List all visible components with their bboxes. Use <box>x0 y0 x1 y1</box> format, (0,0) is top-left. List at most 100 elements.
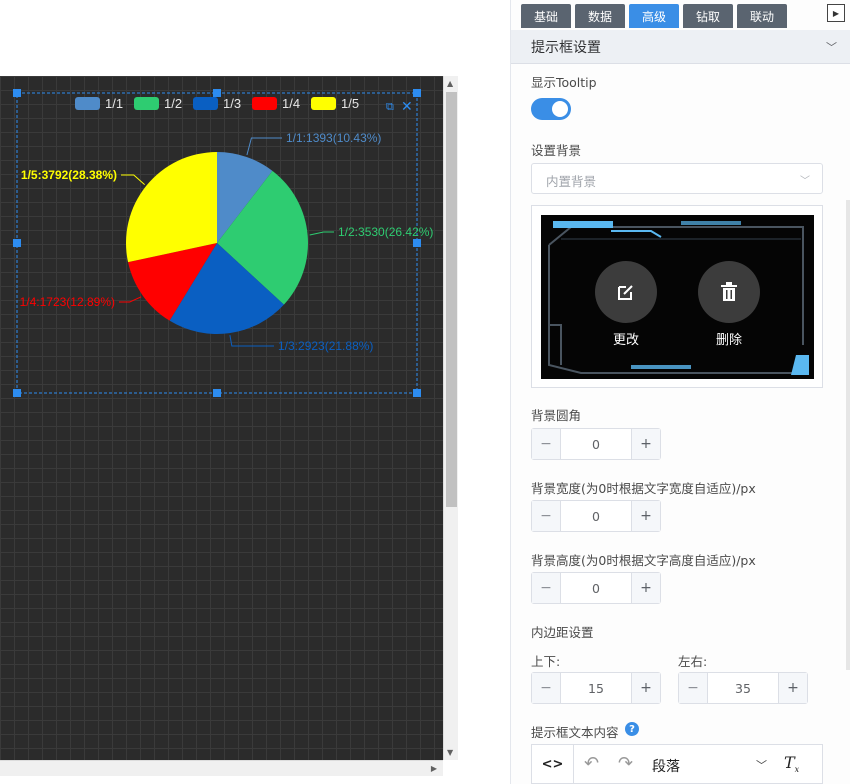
data-label: 1/3:2923(21.88%) <box>278 339 373 353</box>
legend-swatch <box>252 97 277 110</box>
data-label: 1/1:1393(10.43%) <box>286 131 381 145</box>
label-leader-line <box>229 335 274 347</box>
frame-decoration <box>548 221 809 375</box>
legend-swatch <box>75 97 100 110</box>
close-icon[interactable]: ✕ <box>401 99 413 115</box>
tooltip-section-header[interactable]: 提示框设置 ﹀ <box>511 30 850 64</box>
legend-label: 1/3 <box>223 96 241 111</box>
legend-swatch <box>311 97 336 110</box>
resize-handle[interactable] <box>13 389 21 397</box>
scroll-right-icon[interactable]: ▶ <box>431 764 437 773</box>
tab-drill[interactable]: 钻取 <box>683 4 733 28</box>
background-select-value: 内置背景 <box>546 174 597 189</box>
play-icon[interactable]: ▶ <box>827 4 845 22</box>
pie-slice[interactable] <box>125 152 217 263</box>
increment-button[interactable]: + <box>631 673 660 703</box>
tab-basic[interactable]: 基础 <box>521 4 571 28</box>
background-select[interactable]: 内置背景 ﹀ <box>531 163 823 194</box>
background-preview: 更改 删除 <box>531 205 823 388</box>
copy-icon[interactable]: ⧉ <box>386 100 394 113</box>
tooltip-toggle[interactable] <box>531 98 571 120</box>
legend-label: 1/5 <box>341 96 359 111</box>
trash-icon <box>721 282 737 301</box>
code-view-button[interactable]: <> <box>532 745 574 783</box>
pie-chart[interactable]: ✕ ⧉ 1/1 1/2 1/3 1/4 1/5 1/1:1393(10.43%) 1/2:353… <box>0 76 443 760</box>
decrement-button[interactable]: − <box>532 501 561 531</box>
radius-stepper[interactable]: − 0 + <box>531 428 661 460</box>
increment-button[interactable]: + <box>631 501 660 531</box>
label-leader-line <box>121 174 145 185</box>
background-thumbnail: 更改 删除 <box>541 215 814 379</box>
toggle-knob <box>552 101 568 117</box>
width-stepper[interactable]: − 0 + <box>531 500 661 532</box>
chart-stage[interactable]: ✕ ⧉ 1/1 1/2 1/3 1/4 1/5 1/1:1393(10.43%) 1/2:353… <box>0 76 443 760</box>
padding-vertical-label: 上下: <box>531 654 561 669</box>
padding-label: 内边距设置 <box>531 625 594 640</box>
increment-button[interactable]: + <box>778 673 807 703</box>
change-background-label: 更改 <box>612 333 639 348</box>
tab-linkage[interactable]: 联动 <box>737 4 787 28</box>
panel-scrollbar[interactable] <box>846 200 850 670</box>
data-label: 1/2:3530(26.42%) <box>338 225 433 239</box>
clear-format-icon[interactable]: Tx <box>784 753 799 774</box>
tab-bar: 基础 数据 高级 钻取 联动 <box>521 4 787 28</box>
legend-label: 1/1 <box>105 96 123 111</box>
resize-handle[interactable] <box>413 89 421 97</box>
decrement-button[interactable]: − <box>532 673 561 703</box>
tab-advanced[interactable]: 高级 <box>629 4 679 28</box>
increment-button[interactable]: + <box>631 573 660 603</box>
resize-handle[interactable] <box>413 389 421 397</box>
chevron-down-icon[interactable]: ﹀ <box>756 757 767 773</box>
resize-handle[interactable] <box>413 239 421 247</box>
padding-horizontal-value[interactable]: 35 <box>708 673 778 703</box>
legend-swatch <box>193 97 218 110</box>
width-value[interactable]: 0 <box>561 501 631 531</box>
scrollbar-thumb[interactable] <box>446 92 457 507</box>
legend-label: 1/4 <box>282 96 300 111</box>
change-background-button[interactable] <box>595 261 657 323</box>
data-label: 1/4:1723(12.89%) <box>20 295 115 309</box>
padding-vertical-stepper[interactable]: − 15 + <box>531 672 661 704</box>
chevron-down-icon: ﹀ <box>826 41 837 54</box>
height-value[interactable]: 0 <box>561 573 631 603</box>
redo-icon[interactable]: ↷ <box>618 753 633 774</box>
section-title: 提示框设置 <box>531 39 601 56</box>
undo-icon[interactable]: ↶ <box>584 753 599 774</box>
delete-background-label: 删除 <box>715 333 742 348</box>
delete-background-button[interactable] <box>698 261 760 323</box>
chevron-down-icon: ﹀ <box>800 176 810 187</box>
legend-label: 1/2 <box>164 96 182 111</box>
tab-data[interactable]: 数据 <box>575 4 625 28</box>
data-label: 1/5:3792(28.38%) <box>21 168 117 182</box>
padding-vertical-value[interactable]: 15 <box>561 673 631 703</box>
settings-panel: 基础 数据 高级 钻取 联动 ▶ 提示框设置 ﹀ 显示Tooltip 设置背景 … <box>510 0 850 784</box>
padding-horizontal-label: 左右: <box>678 654 708 669</box>
paragraph-format-select[interactable]: 段落 <box>652 756 680 776</box>
height-label: 背景高度(为0时根据文字高度自适应)/px <box>531 553 756 568</box>
resize-handle[interactable] <box>213 389 221 397</box>
help-icon[interactable]: ? <box>625 722 639 736</box>
label-leader-line <box>246 137 282 156</box>
radius-value[interactable]: 0 <box>561 429 631 459</box>
label-leader-line <box>119 296 142 303</box>
canvas-area: ✕ ⧉ 1/1 1/2 1/3 1/4 1/5 1/1:1393(10.43%) 1/2:353… <box>0 0 510 784</box>
resize-handle[interactable] <box>13 239 21 247</box>
scroll-down-icon[interactable]: ▼ <box>447 748 453 757</box>
decrement-button[interactable]: − <box>532 429 561 459</box>
width-label: 背景宽度(为0时根据文字宽度自适应)/px <box>531 481 756 496</box>
content-label: 提示框文本内容 <box>531 725 619 740</box>
increment-button[interactable]: + <box>631 429 660 459</box>
vertical-scrollbar[interactable]: ▲ ▼ <box>443 76 458 760</box>
height-stepper[interactable]: − 0 + <box>531 572 661 604</box>
resize-handle[interactable] <box>13 89 21 97</box>
legend-swatch <box>134 97 159 110</box>
scroll-up-icon[interactable]: ▲ <box>447 79 453 88</box>
decrement-button[interactable]: − <box>679 673 708 703</box>
edit-icon <box>618 285 633 300</box>
horizontal-scrollbar[interactable]: ▶ <box>0 760 443 776</box>
padding-horizontal-stepper[interactable]: − 35 + <box>678 672 808 704</box>
decrement-button[interactable]: − <box>532 573 561 603</box>
editor-toolbar: <> ↶ ↷ 段落 ﹀ Tx <box>531 744 823 784</box>
resize-handle[interactable] <box>213 89 221 97</box>
background-label: 设置背景 <box>531 143 582 158</box>
